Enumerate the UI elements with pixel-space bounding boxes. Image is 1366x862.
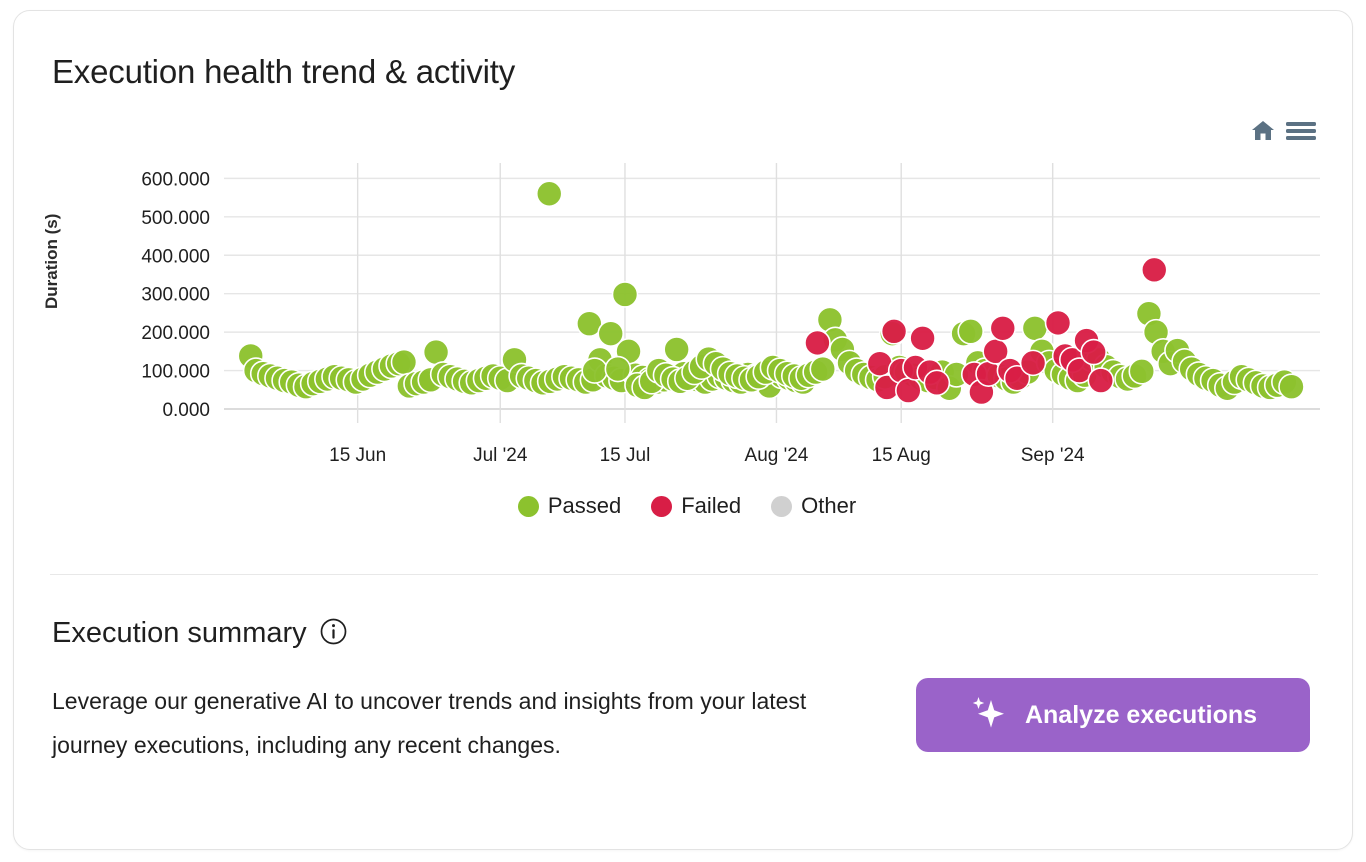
legend-item-failed[interactable]: Failed bbox=[651, 493, 741, 519]
x-axis-tick-label: Aug '24 bbox=[745, 445, 809, 466]
scatter-plot-svg: 0.000 100.000 200.000 300.000 400.000 500.000… bbox=[52, 141, 1322, 486]
scatter-point-failed[interactable] bbox=[1088, 368, 1113, 393]
legend-label: Passed bbox=[548, 493, 621, 519]
info-circle-icon[interactable] bbox=[320, 618, 347, 650]
summary-title: Execution summary bbox=[52, 617, 307, 650]
scatter-point-failed[interactable] bbox=[1142, 257, 1167, 282]
scatter-point-passed[interactable] bbox=[1279, 374, 1304, 399]
scatter-point-failed[interactable] bbox=[1046, 310, 1071, 335]
x-axis-tick-label: 15 Jul bbox=[600, 445, 651, 466]
y-axis-tick-label: 400.000 bbox=[141, 246, 210, 267]
y-axis-tick-label: 100.000 bbox=[141, 362, 210, 383]
scatter-point-failed[interactable] bbox=[805, 330, 830, 355]
scatter-point-passed[interactable] bbox=[810, 357, 835, 382]
scatter-point-passed[interactable] bbox=[537, 181, 562, 206]
y-axis-tick-label: 600.000 bbox=[141, 169, 210, 190]
x-axis-tick-label: Sep '24 bbox=[1021, 445, 1085, 466]
x-axis-tick-label: 15 Jun bbox=[329, 445, 386, 466]
scatter-point-failed[interactable] bbox=[990, 316, 1015, 341]
scatter-point-passed[interactable] bbox=[1022, 316, 1047, 341]
sparkle-ai-icon bbox=[969, 696, 1009, 735]
legend-swatch-passed bbox=[518, 496, 539, 517]
x-axis-tick-label: Jul '24 bbox=[473, 445, 528, 466]
scatter-point-failed[interactable] bbox=[924, 370, 949, 395]
y-axis-tick-label: 0.000 bbox=[162, 400, 210, 421]
scatter-point-passed[interactable] bbox=[664, 337, 689, 362]
scatter-point-failed[interactable] bbox=[1021, 350, 1046, 375]
scatter-point-passed[interactable] bbox=[612, 282, 637, 307]
scatter-point-passed[interactable] bbox=[598, 321, 623, 346]
execution-summary-header: Execution summary bbox=[52, 617, 347, 650]
scatter-point-failed[interactable] bbox=[882, 319, 907, 344]
analyze-executions-button[interactable]: Analyze executions bbox=[916, 678, 1310, 752]
scatter-point-failed[interactable] bbox=[896, 378, 921, 403]
scatter-point-failed[interactable] bbox=[1081, 340, 1106, 365]
scatter-point-passed[interactable] bbox=[582, 358, 607, 383]
legend-label: Failed bbox=[681, 493, 741, 519]
page-title: Execution health trend & activity bbox=[52, 53, 515, 91]
scatter-point-passed[interactable] bbox=[958, 319, 983, 344]
scatter-point-passed[interactable] bbox=[424, 340, 449, 365]
section-divider bbox=[50, 574, 1318, 575]
scatter-point-failed[interactable] bbox=[910, 326, 935, 351]
summary-description: Leverage our generative AI to uncover tr… bbox=[52, 679, 822, 767]
scatter-point-passed[interactable] bbox=[1129, 359, 1154, 384]
legend-label: Other bbox=[801, 493, 856, 519]
execution-health-card: Execution health trend & activity Durati… bbox=[13, 10, 1353, 850]
legend-item-passed[interactable]: Passed bbox=[518, 493, 621, 519]
legend-swatch-other bbox=[771, 496, 792, 517]
y-axis-tick-label: 500.000 bbox=[141, 208, 210, 229]
scatter-point-passed[interactable] bbox=[391, 350, 416, 375]
legend-item-other[interactable]: Other bbox=[771, 493, 856, 519]
execution-scatter-chart: Duration (s) 0.000100.000200.000300.0004… bbox=[52, 141, 1322, 541]
y-axis-tick-label: 300.000 bbox=[141, 285, 210, 306]
analyze-executions-label: Analyze executions bbox=[1025, 701, 1257, 730]
legend-swatch-failed bbox=[651, 496, 672, 517]
chart-legend: Passed Failed Other bbox=[52, 493, 1322, 519]
y-axis-tick-label: 200.000 bbox=[141, 323, 210, 344]
x-axis-tick-label: 15 Aug bbox=[872, 445, 931, 466]
